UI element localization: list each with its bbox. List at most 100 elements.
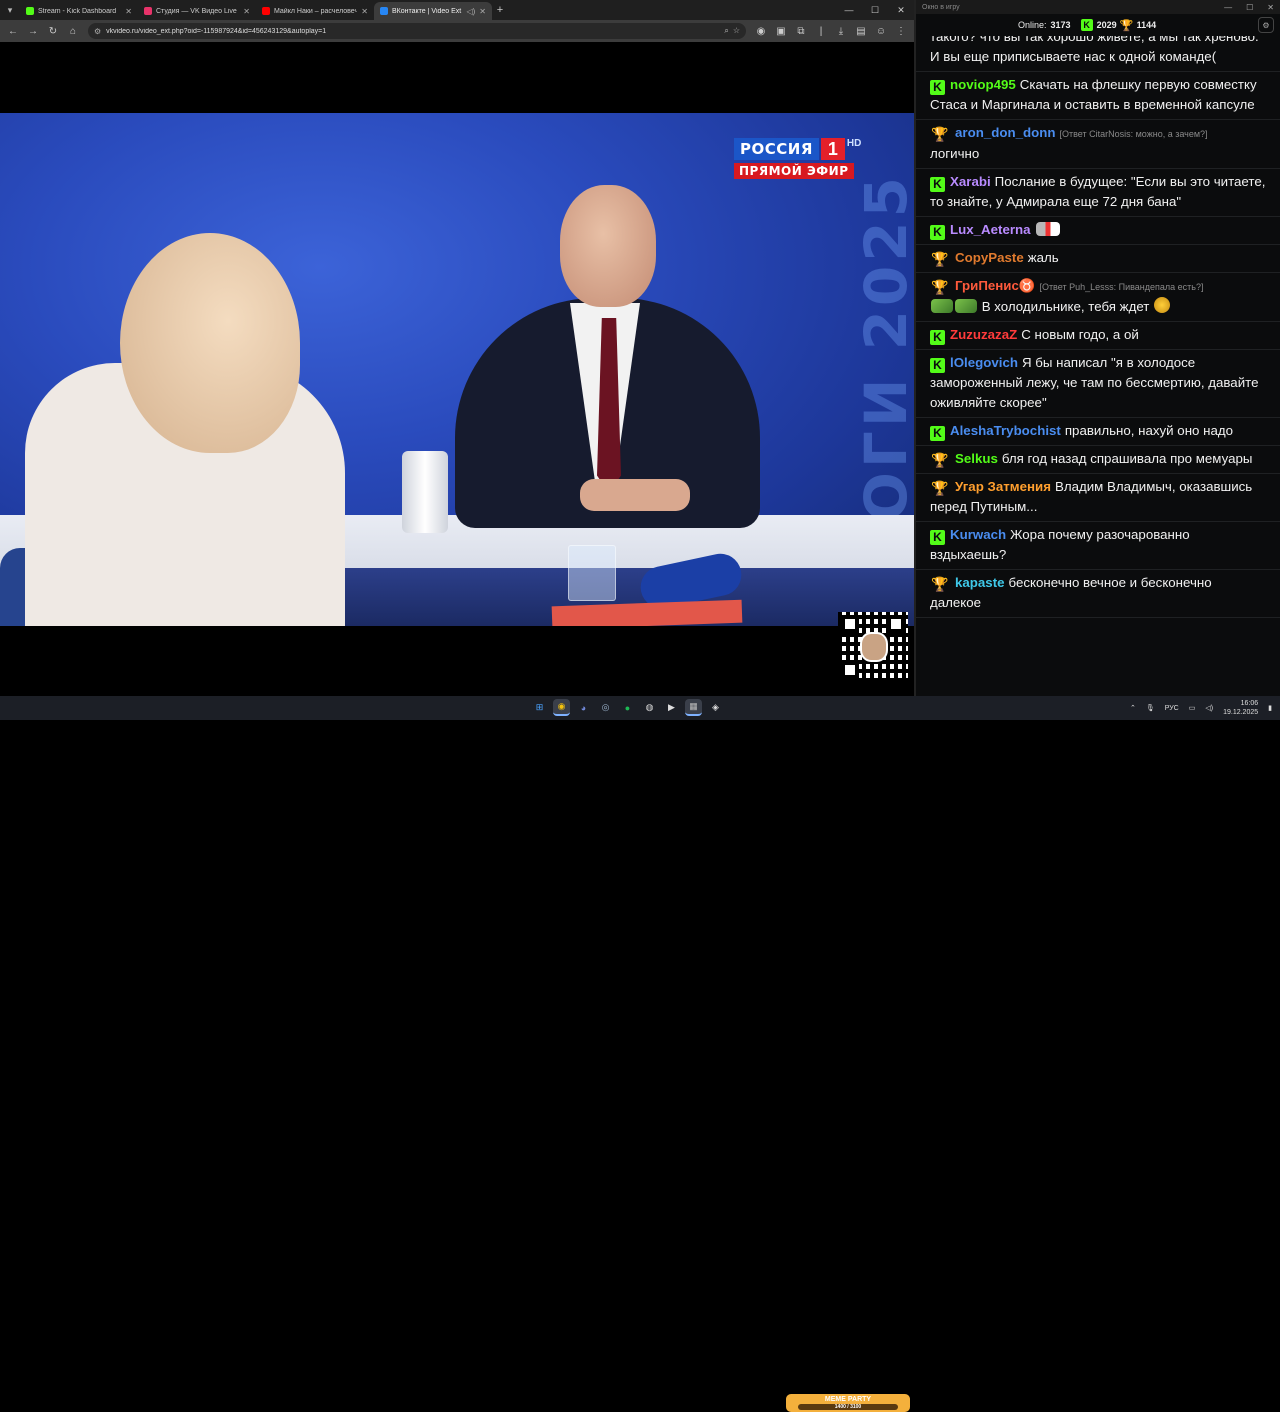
- tab-vk-studio[interactable]: Студия — VK Видео Live ✕: [138, 2, 256, 20]
- qr-finder: [887, 615, 905, 633]
- chat-message: K Kurwach Жора почему разочарованно вздыха…: [916, 522, 1280, 570]
- tab-close-icon[interactable]: ✕: [125, 7, 132, 16]
- meme-party-widget[interactable]: MEME PARTY 1400 / 3100: [786, 1394, 910, 1412]
- chat-window: Окно в игру — ☐ ✕ Online: 3173 K 2029 🏆 …: [914, 0, 1280, 696]
- chat-message-text: логично: [930, 146, 980, 161]
- back-icon[interactable]: ←: [4, 22, 22, 40]
- minimize-icon[interactable]: —: [1224, 3, 1232, 12]
- menu-dots-icon[interactable]: ⋮: [892, 22, 910, 40]
- reload-icon[interactable]: ↻: [44, 22, 62, 40]
- close-icon[interactable]: ✕: [888, 0, 914, 20]
- tab-title: Студия — VK Видео Live: [156, 7, 237, 15]
- windows-start-icon[interactable]: ⊞: [531, 699, 548, 716]
- qr-avatar: [860, 632, 888, 662]
- window-controls: — ☐ ✕: [836, 0, 914, 20]
- discord-icon[interactable]: ◕: [575, 699, 592, 716]
- chat-message: KlOlegovich Я бы написал "я в холодосе за…: [916, 350, 1280, 418]
- profile-avatar-icon[interactable]: ☺: [872, 22, 890, 40]
- download-icon[interactable]: ⤓: [832, 22, 850, 40]
- volume-icon[interactable]: ◁): [1205, 704, 1213, 712]
- tab-vk-video-ext[interactable]: ВКонтакте | Video Ext ◁) ✕: [374, 2, 492, 20]
- tab-search-icon[interactable]: ▾: [0, 0, 20, 20]
- chat-username[interactable]: kapaste: [955, 575, 1005, 590]
- chat-username[interactable]: ГриПенис♉: [955, 278, 1035, 293]
- chat-message: K Xarabi Послание в будущее: "Если вы это …: [916, 169, 1280, 217]
- channel-name: РОССИЯ: [734, 138, 819, 160]
- meme-party-title: MEME PARTY: [824, 1396, 872, 1403]
- chat-username[interactable]: Selkus: [955, 451, 998, 466]
- channel-logo: РОССИЯ 1 HD ПРЯМОЙ ЭФИР: [734, 138, 861, 180]
- chat-username[interactable]: ZuzuzazaZ: [950, 327, 1017, 342]
- zoom-icon[interactable]: ⌕: [724, 26, 728, 36]
- new-tab-button[interactable]: +: [492, 4, 508, 16]
- tray-overflow-icon[interactable]: ⌃: [1130, 704, 1136, 712]
- online-count: 3173: [1050, 20, 1071, 30]
- extension-icon[interactable]: ◉: [752, 22, 770, 40]
- chat-username[interactable]: Xarabi: [950, 174, 991, 189]
- network-icon[interactable]: ▭: [1189, 704, 1196, 712]
- chat-message: K ZuzuzazaZ С новым годо, а ой: [916, 322, 1280, 350]
- chat-stats-bar: Online: 3173 K 2029 🏆 1144 ⚙: [916, 14, 1280, 36]
- chat-username[interactable]: CopyPaste: [955, 250, 1024, 265]
- chat-username[interactable]: Угар Затмения: [955, 479, 1051, 494]
- maximize-icon[interactable]: ☐: [862, 0, 888, 20]
- app-icon[interactable]: ◈: [707, 699, 724, 716]
- chat-reply-quote: [Ответ Puh_Lesss: Пивандепала есть?]: [1039, 282, 1204, 292]
- bookmark-star-icon[interactable]: ☆: [733, 26, 740, 36]
- home-icon[interactable]: ⌂: [64, 22, 82, 40]
- qr-finder: [841, 615, 859, 633]
- online-stat: Online: 3173: [1018, 20, 1071, 30]
- site-info-icon[interactable]: ⚙: [94, 27, 101, 36]
- close-icon[interactable]: ✕: [1267, 3, 1274, 12]
- chat-username[interactable]: lOlegovich: [950, 355, 1018, 370]
- extension-icon[interactable]: ▣: [772, 22, 790, 40]
- tab-youtube[interactable]: Майкл Наки – расчеловечива... ✕: [256, 2, 374, 20]
- chat-username[interactable]: Kurwach: [950, 527, 1006, 542]
- clock[interactable]: 16:06 19.12.2025: [1223, 699, 1258, 717]
- notifications-icon[interactable]: ▮: [1268, 704, 1272, 712]
- side-panel-icon[interactable]: ▤: [852, 22, 870, 40]
- trophy-badge-icon: 🏆: [931, 279, 949, 295]
- minimize-icon[interactable]: —: [836, 0, 862, 20]
- address-bar[interactable]: ⚙ vkvideo.ru/video_ext.php?oid=-11598792…: [88, 23, 746, 39]
- active-app-icon[interactable]: ▦: [685, 699, 702, 716]
- taskbar-apps: ⊞ ◉ ◕ ◎ ● ◍ ▶ ▦ ◈: [531, 699, 724, 716]
- kick-logo-icon: K: [1080, 19, 1093, 31]
- chat-username[interactable]: noviop495: [950, 77, 1016, 92]
- tab-title: ВКонтакте | Video Ext: [392, 7, 462, 15]
- thermo-cup: [402, 451, 448, 533]
- tab-audio-icon[interactable]: ◁): [466, 7, 475, 16]
- trophy-count: 1144: [1136, 20, 1157, 30]
- obs-icon[interactable]: ◍: [641, 699, 658, 716]
- speaker-head: [560, 185, 656, 307]
- chat-titlebar: Окно в игру — ☐ ✕: [916, 0, 1280, 14]
- tab-kick-dashboard[interactable]: Stream - Kick Dashboard ✕: [20, 2, 138, 20]
- forward-icon[interactable]: →: [24, 22, 42, 40]
- qr-code: [838, 612, 908, 682]
- language-indicator[interactable]: РУС: [1165, 705, 1179, 712]
- tab-close-icon[interactable]: ✕: [479, 7, 486, 16]
- chrome-icon[interactable]: ◉: [553, 699, 570, 716]
- tab-close-icon[interactable]: ✕: [243, 7, 250, 16]
- kick-badge-icon: K: [930, 358, 945, 373]
- chat-reply-quote: [Ответ CitarNosis: можно, а зачем?]: [1059, 129, 1208, 139]
- spotify-icon[interactable]: ●: [619, 699, 636, 716]
- tab-close-icon[interactable]: ✕: [361, 7, 368, 16]
- chat-message: Knoviop495 Скачать на флешку первую совме…: [916, 72, 1280, 120]
- chat-message-text: В холодильнике, тебя ждет: [981, 299, 1150, 314]
- chat-message-text: жаль: [1027, 250, 1059, 265]
- speaker-hands: [580, 479, 690, 511]
- media-app-icon[interactable]: ▶: [663, 699, 680, 716]
- online-label: Online:: [1018, 20, 1047, 30]
- extensions-puzzle-icon[interactable]: ⧉: [792, 22, 810, 40]
- kick-viewer-count: 2029: [1096, 20, 1117, 30]
- settings-gear-icon[interactable]: ⚙: [1258, 17, 1274, 33]
- steam-icon[interactable]: ◎: [597, 699, 614, 716]
- chat-username[interactable]: AleshaTrybochist: [950, 423, 1061, 438]
- maximize-icon[interactable]: ☐: [1246, 3, 1253, 12]
- microphone-icon[interactable]: 🎙: [1146, 704, 1155, 712]
- chat-username[interactable]: Lux_Aeterna: [950, 222, 1031, 237]
- chat-message: 🏆 CopyPaste жаль: [916, 245, 1280, 273]
- video-player[interactable]: ИТОГИ 2025 РОССИЯ 1 HD ПРЯМОЙ ЭФИР: [0, 113, 914, 626]
- chat-username[interactable]: aron_don_donn: [955, 125, 1055, 140]
